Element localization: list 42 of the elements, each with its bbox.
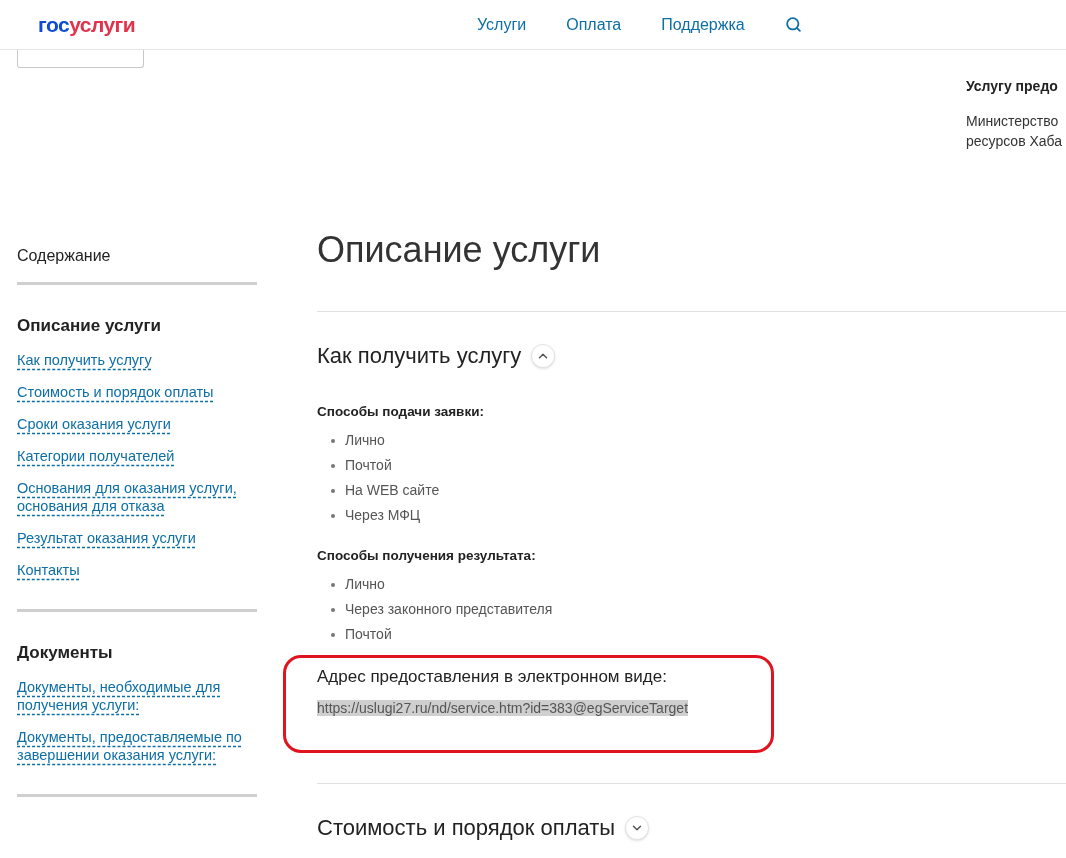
bullet-icon [331, 607, 335, 612]
list-item: Почтой [345, 456, 392, 475]
contents-link[interactable]: Сроки оказания услуги [17, 415, 257, 433]
list-item: На WEB сайте [345, 481, 440, 500]
page-title: Описание услуги [317, 230, 1066, 312]
logo[interactable]: госуслуги [38, 8, 477, 41]
nav-link[interactable]: Поддержка [661, 12, 745, 37]
section-heading: Стоимость и порядок оплаты [317, 814, 616, 842]
contents-link[interactable]: Категории получателей [17, 447, 257, 465]
bullet-icon [331, 488, 335, 493]
contents-link[interactable]: Контакты [17, 561, 257, 579]
provider-title: Услугу предо [966, 77, 1059, 96]
section-heading: Как получить услугу [317, 342, 522, 370]
section-heading: Описание услуги [17, 315, 162, 337]
contents-link[interactable]: Результат оказания услуги [17, 529, 257, 547]
section-heading: Документы [17, 642, 114, 664]
bullet-icon [331, 632, 335, 637]
list-item: Лично [345, 575, 385, 594]
contents-title: Содержание [17, 246, 257, 285]
contents-link[interactable]: Как получить услугу [17, 351, 257, 369]
toggle-button[interactable] [625, 816, 650, 840]
nav-link[interactable]: Оплата [566, 12, 622, 37]
bullet-icon [331, 582, 335, 587]
nav-link[interactable]: Услуги [477, 12, 527, 37]
provider-name: Министерство ресурсов Хаба [966, 112, 1064, 151]
toggle-button[interactable] [531, 344, 556, 368]
list-item: Лично [345, 431, 385, 450]
contents-link[interactable]: Стоимость и порядок оплаты [17, 383, 257, 401]
bullet-icon [331, 513, 335, 518]
group-heading: Способы получения результата: [317, 548, 537, 564]
address-link[interactable]: https://uslugi27.ru/nd/service.htm?id=383@egServiceTarget [317, 700, 689, 716]
search-icon[interactable] [784, 16, 802, 33]
list-item: Через законного представителя [345, 600, 553, 619]
contents-link[interactable]: Документы, предоставляемые по завершении оказания услуги: [17, 728, 257, 764]
address-label: Адрес предоставления в электронном виде: [317, 666, 668, 688]
bullet-icon [331, 463, 335, 468]
list-item: Почтой [345, 625, 392, 644]
list-item: Через МФЦ [345, 506, 421, 525]
contents-link[interactable]: Документы, необходимые для получения услуги: [17, 678, 257, 714]
group-heading: Способы подачи заявки: [317, 404, 485, 420]
bullet-icon [331, 438, 335, 443]
contents-link[interactable]: Основания для оказания услуги, основания для отказа [17, 479, 257, 515]
